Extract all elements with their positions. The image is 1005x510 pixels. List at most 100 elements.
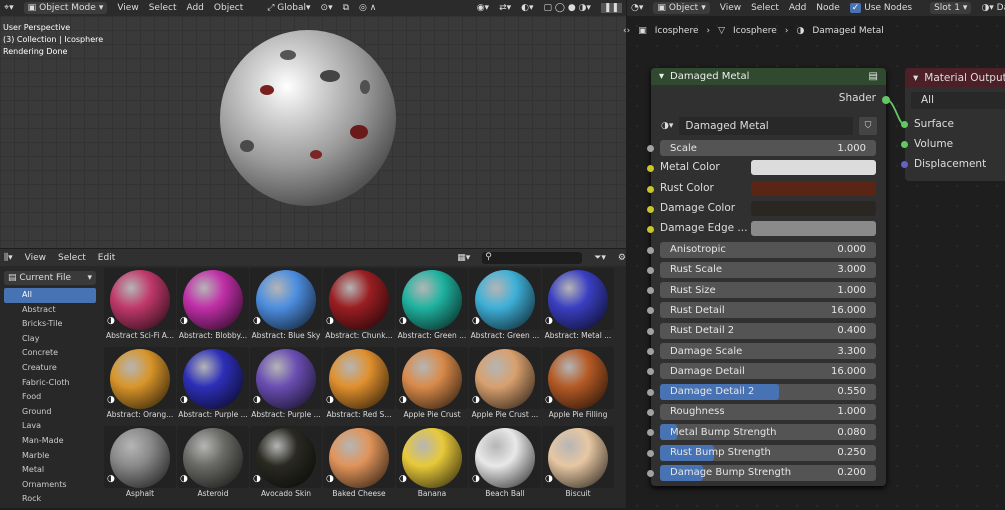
value-slider[interactable]: Rust Size 1.000 <box>660 282 876 299</box>
asset-editor-icon[interactable]: ⫼▾ <box>4 253 13 263</box>
input-socket[interactable] <box>647 368 654 376</box>
asset-tile[interactable]: ◑ Asphalt <box>104 426 176 504</box>
input-socket[interactable] <box>647 287 654 295</box>
pivot-icon[interactable]: ⊙▾ <box>321 3 333 13</box>
input-socket[interactable] <box>647 205 654 213</box>
node-menu-view[interactable]: View <box>720 3 741 13</box>
input-socket[interactable] <box>647 145 654 152</box>
asset-tile[interactable]: ◑ Baked Cheese <box>323 426 395 504</box>
input-socket[interactable] <box>647 449 654 457</box>
input-socket[interactable] <box>647 327 654 335</box>
value-slider[interactable]: Damage Scale 3.300 <box>660 343 876 359</box>
asset-menu-select[interactable]: Select <box>58 253 86 263</box>
value-slider[interactable]: Scale 1.000 <box>660 140 876 156</box>
icosphere-preview[interactable] <box>220 30 396 206</box>
shading-icons[interactable]: ▢ ◯ ● ◑▾ <box>544 3 591 13</box>
asset-tile[interactable]: ◑ Abstract Sci-Fi A... <box>104 268 176 346</box>
surface-socket[interactable] <box>901 121 908 128</box>
orientation-dropdown[interactable]: ⤢ Global▾ <box>267 3 310 13</box>
asset-tile[interactable]: ◑ Apple Pie Crust ... <box>469 347 541 425</box>
node-title-bar[interactable]: ▾ Damaged Metal ▤ <box>651 68 886 85</box>
material-selector[interactable]: ◑▾ Damaged Metal ⛉ <box>661 117 877 135</box>
asset-menu-edit[interactable]: Edit <box>98 253 115 263</box>
category-rock[interactable]: Rock <box>0 492 100 507</box>
value-slider[interactable]: Metal Bump Strength 0.080 <box>660 424 876 441</box>
asset-tile[interactable]: ◑ Abstract: Blobby... <box>177 268 249 346</box>
input-socket[interactable] <box>647 408 654 416</box>
node-menu-add[interactable]: Add <box>789 3 806 13</box>
filter-icon[interactable]: ⏷▾ <box>594 253 606 263</box>
asset-tile[interactable]: ◑ Abstract: Chunk... <box>323 268 395 346</box>
use-nodes-checkbox[interactable]: ✓ Use Nodes <box>849 3 912 13</box>
shader-output-socket[interactable] <box>882 96 890 104</box>
proportional-icon[interactable]: ◎ ∧ <box>359 3 376 13</box>
value-slider[interactable]: Damage Bump Strength 0.200 <box>660 464 876 481</box>
category-lava[interactable]: Lava <box>0 419 100 434</box>
category-bricks-tile[interactable]: Bricks-Tile <box>0 317 100 332</box>
menu-select[interactable]: Select <box>149 3 177 13</box>
color-swatch[interactable] <box>751 160 876 176</box>
asset-tile[interactable]: ◑ Avocado Skin <box>250 426 322 504</box>
node-editor-type-icon[interactable]: ◔▾ <box>631 3 643 13</box>
input-socket[interactable] <box>647 388 654 396</box>
material-name-field[interactable]: Damaged Metal <box>679 117 853 135</box>
asset-tile[interactable]: ◑ Abstract: Red S... <box>323 347 395 425</box>
overlay-icon[interactable]: ◐▾ <box>521 3 533 13</box>
asset-tile[interactable]: ◑ Abstract: Purple ... <box>177 347 249 425</box>
category-all[interactable]: All <box>4 288 96 303</box>
asset-tile[interactable]: ◑ Biscuit <box>542 426 614 504</box>
input-socket[interactable] <box>647 348 654 355</box>
slot-dropdown[interactable]: Slot 1 ▾ <box>930 2 972 14</box>
category-clay[interactable]: Clay <box>0 332 100 347</box>
visibility-icon[interactable]: ◉▾ <box>477 3 489 13</box>
asset-tile[interactable]: ◑ Abstract: Orang... <box>104 347 176 425</box>
asset-search-input[interactable]: ⚲ <box>482 251 583 264</box>
value-slider[interactable]: Rust Scale 3.000 <box>660 261 876 278</box>
snap-icon[interactable]: ⧉ <box>343 3 349 13</box>
settings-icon[interactable]: ⚙ <box>618 253 626 263</box>
color-swatch[interactable] <box>751 200 876 216</box>
asset-tile[interactable]: ◑ Abstract: Purple ... <box>250 347 322 425</box>
pause-icon[interactable]: ❚❚ <box>600 3 622 13</box>
category-ground[interactable]: Ground <box>0 405 100 420</box>
category-man-made[interactable]: Man-Made <box>0 434 100 449</box>
input-socket[interactable] <box>647 226 654 234</box>
asset-tile[interactable]: ◑ Apple Pie Filling <box>542 347 614 425</box>
input-socket[interactable] <box>647 266 654 274</box>
menu-add[interactable]: Add <box>186 3 203 13</box>
input-socket[interactable] <box>647 469 654 477</box>
category-concrete[interactable]: Concrete <box>0 346 100 361</box>
editor-type-icon[interactable]: ⌖▾ <box>4 3 14 13</box>
menu-view[interactable]: View <box>117 3 138 13</box>
category-food[interactable]: Food <box>0 390 100 405</box>
asset-tile[interactable]: ◑ Abstract: Green ... <box>469 268 541 346</box>
value-slider[interactable]: Anisotropic 0.000 <box>660 241 876 258</box>
value-slider[interactable]: Roughness 1.000 <box>660 403 876 420</box>
node-menu-select[interactable]: Select <box>751 3 779 13</box>
input-socket[interactable] <box>647 246 654 254</box>
menu-object[interactable]: Object <box>214 3 243 13</box>
asset-tile[interactable]: ◑ Asteroid <box>177 426 249 504</box>
input-socket[interactable] <box>647 185 654 193</box>
asset-tile[interactable]: ◑ Banana <box>396 426 468 504</box>
category-metal[interactable]: Metal <box>0 463 100 478</box>
value-slider[interactable]: Damage Detail 2 0.550 <box>660 383 876 400</box>
value-slider[interactable]: Rust Bump Strength 0.250 <box>660 444 876 461</box>
color-swatch[interactable] <box>751 180 876 196</box>
collapse-icon[interactable]: ‹› <box>623 26 630 36</box>
asset-tile[interactable]: ◑ Abstract: Green ... <box>396 268 468 346</box>
node-type-dropdown[interactable]: ▣ Object ▾ <box>653 2 710 14</box>
node-group-icon[interactable]: ▤ <box>869 71 878 82</box>
fake-user-icon[interactable]: ⛉ <box>859 117 877 135</box>
color-swatch[interactable] <box>751 221 876 237</box>
material-output-node[interactable]: ▾ Material Output All Surface Volume Disp… <box>901 68 1005 181</box>
asset-menu-view[interactable]: View <box>25 253 46 263</box>
node-menu-node[interactable]: Node <box>816 3 840 13</box>
volume-socket[interactable] <box>901 141 908 148</box>
material-icon[interactable]: ◑▾ Da <box>981 3 1005 13</box>
output-collapse-icon[interactable]: ▾ <box>913 72 918 84</box>
node-collapse-icon[interactable]: ▾ <box>659 71 664 82</box>
displacement-socket[interactable] <box>901 161 908 168</box>
mode-dropdown[interactable]: ▣ Object Mode ▾ <box>23 2 108 14</box>
category-creature[interactable]: Creature <box>0 361 100 376</box>
